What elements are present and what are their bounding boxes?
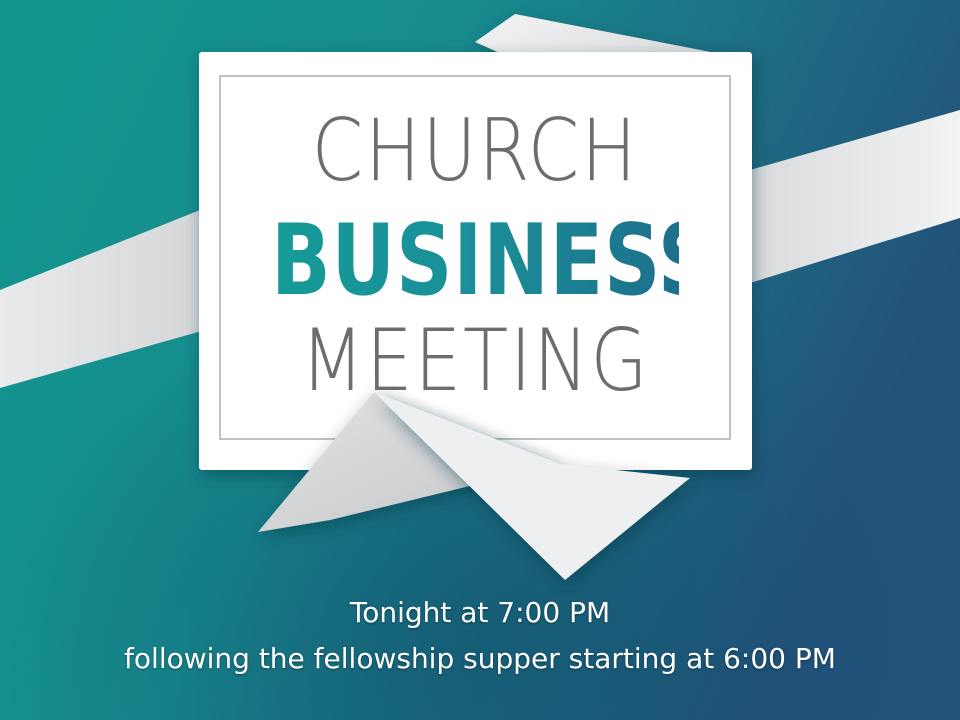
title-meeting: MEETING [300,311,650,411]
title-business: BUSINESS [271,204,716,318]
title-church: CHURCH [311,101,639,201]
slide: CHURCH BUSINESS MEETING Tonight at 7:00 … [0,0,960,720]
meeting-time-caption: Tonight at 7:00 PM [349,596,611,629]
supper-time-caption: following the fellowship supper starting… [124,642,836,675]
